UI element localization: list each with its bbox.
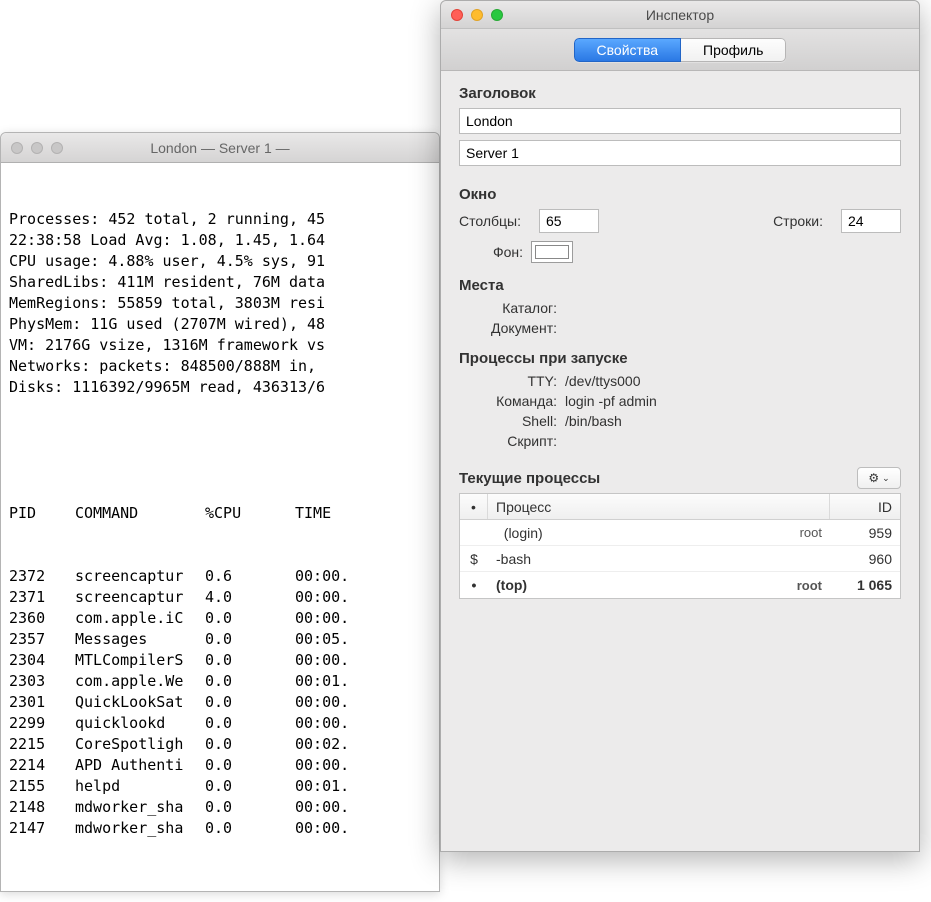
terminal-line: 22:38:58 Load Avg: 1.08, 1.45, 1.64 [9,230,431,251]
section-running-title: Текущие процессы [459,470,857,487]
process-row: 2147mdworker_sha0.000:00. [9,818,431,839]
proc-header-row: PID COMMAND %CPU TIME [9,503,431,524]
zoom-icon[interactable] [51,142,63,154]
process-row: 2304MTLCompilerS0.000:00. [9,650,431,671]
close-icon[interactable] [451,9,463,21]
cmd-value: login -pf admin [565,393,901,409]
zoom-icon[interactable] [491,9,503,21]
process-row: 2214APD Authenti0.000:00. [9,755,431,776]
row-marker: $ [460,551,488,567]
col-pid: PID [9,503,75,524]
terminal-title: London — Server 1 — [1,140,439,156]
inspector-titlebar: Инспектор [441,1,919,29]
chevron-down-icon: ⌄ [882,473,890,484]
rows-label: Строки: [773,213,823,229]
process-row: 2148mdworker_sha0.000:00. [9,797,431,818]
row-process-name: (login) [488,525,770,541]
process-table-row[interactable]: •(top)root1 065 [460,572,900,598]
section-launch-title: Процессы при запуске [459,350,901,367]
script-label: Скрипт: [459,433,565,449]
cols-input[interactable] [539,209,599,233]
col-process: Процесс [488,494,830,519]
inspector-title: Инспектор [441,7,919,23]
terminal-output[interactable]: Processes: 452 total, 2 running, 4522:38… [1,163,439,891]
process-table: • Процесс ID (login)root959$-bash960•(to… [459,493,901,599]
row-user: root [770,578,830,593]
minimize-icon[interactable] [31,142,43,154]
rows-input[interactable] [841,209,901,233]
terminal-line: Processes: 452 total, 2 running, 45 [9,209,431,230]
process-row: 2215CoreSpotligh0.000:02. [9,734,431,755]
process-row: 2303com.apple.We0.000:01. [9,671,431,692]
process-row: 2357Messages0.000:05. [9,629,431,650]
gear-icon: ⚙ [868,471,879,485]
tty-label: TTY: [459,373,565,389]
cmd-label: Команда: [459,393,565,409]
section-places-title: Места [459,277,901,294]
terminal-line: VM: 2176G vsize, 1316M framework vs [9,335,431,356]
col-time: TIME [295,503,431,524]
row-id: 959 [830,525,900,541]
terminal-line: CPU usage: 4.88% user, 4.5% sys, 91 [9,251,431,272]
process-table-row[interactable]: (login)root959 [460,520,900,546]
row-marker: • [460,577,488,593]
col-id: ID [830,494,900,519]
row-process-name: -bash [488,551,770,567]
process-row: 2301QuickLookSat0.000:00. [9,692,431,713]
row-process-name: (top) [488,577,770,593]
process-row: 2371screencaptur4.000:00. [9,587,431,608]
process-actions-button[interactable]: ⚙ ⌄ [857,467,901,489]
shell-value: /bin/bash [565,413,901,429]
title-field-1[interactable] [459,108,901,134]
close-icon[interactable] [11,142,23,154]
tty-value: /dev/ttys000 [565,373,901,389]
process-row: 2360com.apple.iC0.000:00. [9,608,431,629]
col-marker: • [460,494,488,519]
terminal-line: PhysMem: 11G used (2707M wired), 48 [9,314,431,335]
terminal-line: Networks: packets: 848500/888M in, [9,356,431,377]
bg-label: Фон: [459,244,531,260]
col-command: COMMAND [75,503,205,524]
section-window-title: Окно [459,186,901,203]
minimize-icon[interactable] [471,9,483,21]
process-row: 2372screencaptur0.600:00. [9,566,431,587]
document-label: Документ: [459,320,565,336]
process-table-row[interactable]: $-bash 960 [460,546,900,572]
process-row: 2299quicklookd0.000:00. [9,713,431,734]
terminal-line: MemRegions: 55859 total, 3803M resi [9,293,431,314]
col-cpu: %CPU [205,503,295,524]
shell-label: Shell: [459,413,565,429]
row-id: 960 [830,551,900,567]
tab-properties[interactable]: Свойства [574,38,681,62]
terminal-line: Disks: 1116392/9965M read, 436313/6 [9,377,431,398]
inspector-window: Инспектор Свойства Профиль Заголовок Окн… [440,0,920,852]
terminal-line: SharedLibs: 411M resident, 76M data [9,272,431,293]
tab-profile[interactable]: Профиль [681,38,786,62]
title-field-2[interactable] [459,140,901,166]
cols-label: Столбцы: [459,213,521,229]
tab-strip: Свойства Профиль [441,29,919,71]
row-user: root [770,525,830,540]
terminal-window: London — Server 1 — Processes: 452 total… [0,132,440,892]
bg-colorwell[interactable] [531,241,573,263]
catalog-label: Каталог: [459,300,565,316]
process-row: 2155helpd0.000:01. [9,776,431,797]
section-header-title: Заголовок [459,85,901,102]
process-table-header[interactable]: • Процесс ID [460,494,900,520]
row-id: 1 065 [830,577,900,593]
terminal-titlebar: London — Server 1 — [1,133,439,163]
